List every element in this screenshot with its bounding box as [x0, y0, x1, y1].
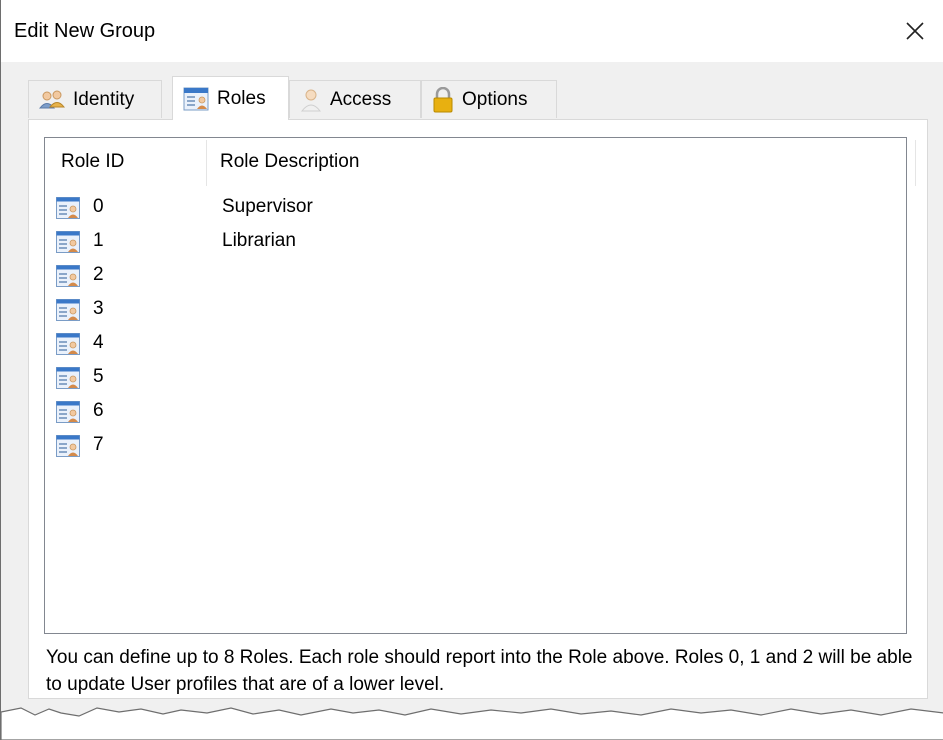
role-id-cell: 2	[93, 264, 104, 285]
role-id-cell: 7	[93, 434, 104, 455]
tab-identity[interactable]: Identity	[28, 80, 162, 118]
table-row[interactable]: 5	[45, 361, 906, 395]
role-id-cell: 1	[93, 230, 104, 251]
column-header-role-id[interactable]: Role ID	[61, 151, 124, 173]
role-id-cell: 3	[93, 298, 104, 319]
list-header: Role ID Role Description	[45, 138, 916, 188]
table-row[interactable]: 7	[45, 429, 906, 463]
role-list-icon	[183, 87, 209, 111]
role-item-icon	[56, 299, 80, 326]
person-icon	[300, 88, 322, 112]
role-description-cell: Librarian	[222, 230, 296, 251]
role-item-icon	[56, 231, 80, 258]
edit-group-dialog: Edit New Group Identity Roles Access Opt…	[0, 0, 943, 740]
table-row[interactable]: 4	[45, 327, 906, 361]
dialog-title: Edit New Group	[14, 20, 156, 42]
close-icon	[906, 22, 924, 40]
role-item-icon	[56, 367, 80, 394]
column-divider[interactable]	[206, 140, 207, 186]
column-divider[interactable]	[915, 140, 916, 186]
role-id-cell: 4	[93, 332, 104, 353]
roles-tab-panel: Role ID Role Description 0 Supervisor 1 Lib…	[28, 119, 928, 699]
tab-options-label: Options	[462, 88, 528, 110]
role-item-icon	[56, 333, 80, 360]
table-row[interactable]: 2	[45, 259, 906, 293]
list-rows: 0 Supervisor 1 Librarian 2 3 4 5 6 7	[45, 191, 906, 463]
role-id-cell: 5	[93, 366, 104, 387]
tab-options[interactable]: Options	[421, 80, 557, 118]
tab-strip: Identity Roles Access Options	[28, 76, 928, 120]
table-row[interactable]: 3	[45, 293, 906, 327]
tab-roles[interactable]: Roles	[172, 76, 289, 120]
close-button[interactable]	[887, 0, 943, 62]
table-row[interactable]: 1 Librarian	[45, 225, 906, 259]
lock-icon	[432, 86, 454, 113]
torn-edge	[1, 707, 943, 740]
title-bar: Edit New Group	[1, 0, 943, 62]
role-item-icon	[56, 401, 80, 428]
roles-list[interactable]: Role ID Role Description 0 Supervisor 1 Lib…	[44, 137, 916, 634]
role-id-cell: 6	[93, 400, 104, 421]
tab-access[interactable]: Access	[289, 80, 421, 118]
tab-roles-label: Roles	[217, 87, 266, 109]
role-item-icon	[56, 265, 80, 292]
tab-access-label: Access	[330, 88, 392, 110]
role-description-cell: Supervisor	[222, 196, 313, 217]
column-header-role-description[interactable]: Role Description	[220, 151, 359, 173]
table-row[interactable]: 0 Supervisor	[45, 191, 906, 225]
role-item-icon	[56, 435, 80, 462]
users-icon	[39, 89, 65, 111]
help-text: You can define up to 8 Roles. Each role …	[46, 647, 913, 695]
tab-identity-label: Identity	[73, 88, 135, 110]
role-id-cell: 0	[93, 196, 104, 217]
role-item-icon	[56, 197, 80, 224]
table-row[interactable]: 6	[45, 395, 906, 429]
